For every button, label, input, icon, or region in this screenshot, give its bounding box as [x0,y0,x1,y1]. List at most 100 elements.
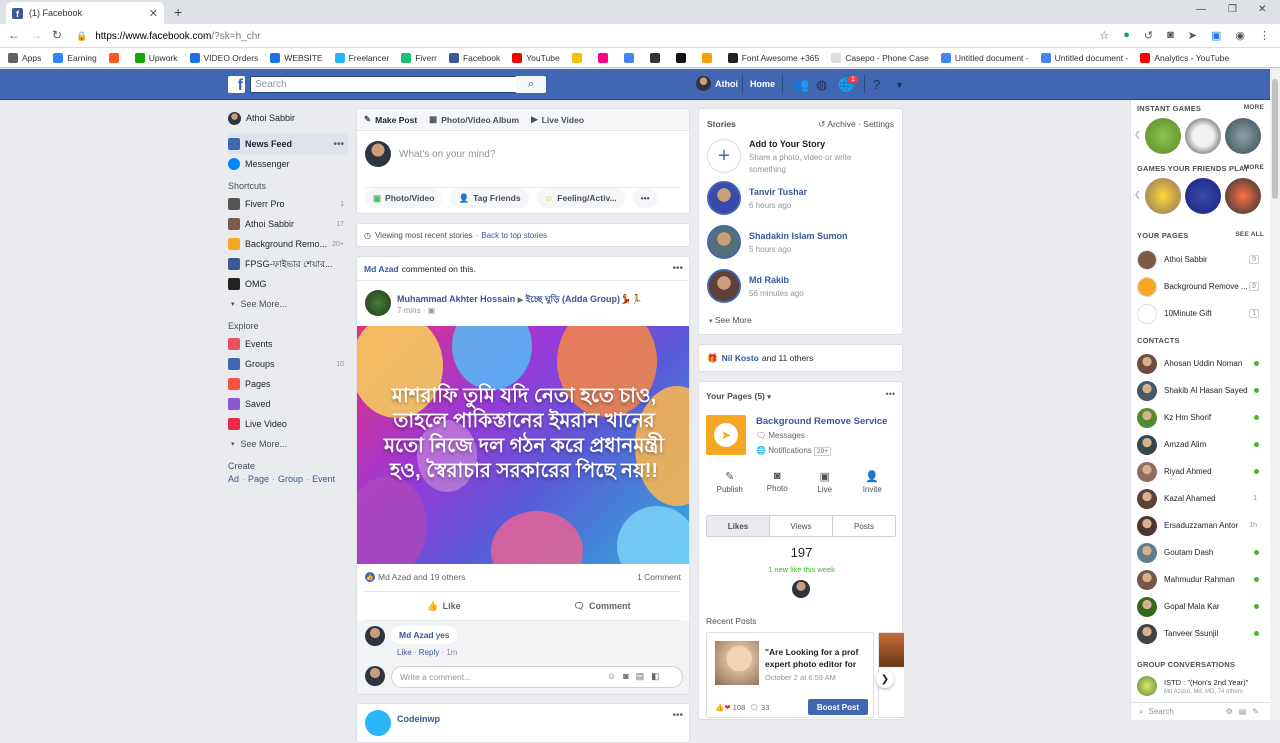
page-logo[interactable]: ➤ [706,415,746,455]
explore-see-more[interactable]: ▾ See More... [228,434,348,454]
page-notifications[interactable]: 🌐 Notifications 20+ [756,446,832,456]
close-tab-icon[interactable]: ✕ [149,7,158,20]
bookmark-item[interactable]: Apps [8,52,41,63]
your-pages-title[interactable]: Your Pages (5) ▾ [706,391,771,401]
scrollbar-thumb[interactable] [1272,79,1278,199]
bookmark-item[interactable]: Fiverr [401,52,437,63]
boost-post-button[interactable]: Boost Post [808,699,868,715]
menu-icon[interactable]: ⋮ [1259,29,1270,42]
group-name[interactable]: ISTD : "(Hon's 2nd Year)" [1164,678,1248,687]
contact-item[interactable]: Ahosan Uddin Noman [1137,350,1265,377]
comments-count[interactable]: 1 Comment [637,572,681,582]
contact-item[interactable]: Riyad Ahmed [1137,458,1265,485]
page-name[interactable]: Background Remove Service [756,416,887,427]
page-messages[interactable]: 🗨 Messages [756,431,805,440]
game-icon[interactable] [1185,178,1221,214]
header-avatar[interactable] [696,76,711,91]
sticker-icon[interactable]: ◧ [651,671,660,682]
page-action-photo[interactable]: ◙ Photo [754,470,802,494]
comment-time[interactable]: 1m [446,648,457,657]
grammarly-icon[interactable]: ● [1123,29,1130,42]
game-icon[interactable] [1225,178,1261,214]
sidebar-item-shortcuts[interactable]: Background Remo... 20+ [228,234,348,254]
nav-messenger[interactable]: Messenger [228,154,348,174]
contact-item[interactable]: Shakib Al Hasan Sayed [1137,377,1265,404]
tab-make-post[interactable]: Make Post [375,115,417,125]
commenter-avatar[interactable] [365,626,385,646]
contact-item[interactable]: Mahmudur Rahman [1137,566,1265,593]
bookmark-item[interactable]: Analytics - YouTube [1140,52,1229,63]
story-item[interactable]: Md Rakib 56 minutes ago [707,269,897,313]
bookmark-item[interactable]: VIDEO Orders [189,52,258,63]
chat-search-input[interactable]: ⌕ Search ⚙▤✎ [1131,702,1271,720]
birthday-rest[interactable]: and 11 others [762,353,813,363]
bookmark-item[interactable]: Untitled document - [940,52,1029,63]
sidebar-item-explore[interactable]: Saved [228,394,348,414]
nav-news-feed[interactable]: News Feed ••• [228,134,348,154]
game-icon[interactable] [1145,178,1181,214]
contact-item[interactable]: Goutam Dash [1137,539,1265,566]
sidebar-item-shortcuts[interactable]: Fiverr Pro 1 [228,194,348,214]
minimize-icon[interactable]: — [1196,4,1206,15]
sidebar-item-shortcuts[interactable]: FPSG-ফাইভার শেয়ার... [228,254,348,274]
contact-item[interactable]: Kazal Ahamed 1 [1137,485,1265,512]
sidebar-item-shortcuts[interactable]: OMG [228,274,348,294]
bookmark-item[interactable]: YouTube [512,52,560,63]
stories-see-more[interactable]: ▾ See More [709,315,752,325]
sidebar-page-item[interactable]: Background Remove ... 9 [1137,273,1265,300]
browser-tab[interactable]: f (1) Facebook ✕ [6,2,164,24]
contact-item[interactable]: Tanveer Ssunjil [1137,620,1265,647]
camera-icon[interactable]: ◙ [623,671,628,682]
home-link[interactable]: Home [750,79,775,89]
sidebar-item-explore[interactable]: Pages [228,374,348,394]
next-post-author[interactable]: Codeinwp [397,714,440,724]
group-avatar[interactable] [1137,676,1157,696]
star-icon[interactable]: ☆ [1099,29,1109,42]
account-icon[interactable]: ◉ [1235,29,1245,42]
more-options-icon[interactable]: ••• [886,389,895,399]
sidebar-page-item[interactable]: Athoi Sabbir 9 [1137,246,1265,273]
bookmark-item[interactable] [675,52,690,63]
chat-options-icon[interactable]: ⚙▤✎ [1226,707,1265,716]
add-story-icon[interactable]: + [707,139,741,173]
page-action-live[interactable]: ▣ Live [801,470,849,494]
bookmark-item[interactable]: Earning [53,52,97,63]
help-icon[interactable]: ? [873,77,880,92]
bookmark-item[interactable]: Facebook [448,52,500,63]
author-link[interactable]: Muhammad Akhter Hossain [397,294,515,304]
bookmark-item[interactable] [649,52,664,63]
bookmark-item[interactable]: Upwork [134,52,178,63]
create-link[interactable]: Group [278,474,303,484]
recent-post-card[interactable]: "Are Looking for a prof expert photo edi… [706,632,874,718]
chevron-left-icon[interactable]: ❮ [1134,190,1141,199]
sidebar-item-explore[interactable]: Live Video [228,414,348,434]
camera-icon[interactable]: ◙ [1167,29,1174,42]
instant-games-more[interactable]: MORE [1244,104,1264,111]
bookmark-item[interactable]: Untitled document - [1040,52,1128,63]
comment-author-link[interactable]: Md Azad [399,630,434,640]
feeling-button[interactable]: ☺ Feeling/Activ... [536,188,625,208]
tab-views[interactable]: Views [770,516,833,536]
archive-link[interactable]: Archive [827,119,855,129]
group-link[interactable]: ইচ্ছে ঘুড়ি (Adda Group)💃🏃 [526,294,643,304]
bookmark-item[interactable]: WEBSITE [270,52,323,63]
create-link[interactable]: Page [248,474,269,484]
close-window-icon[interactable]: ✕ [1258,4,1266,15]
composer-input[interactable]: What's on your mind? [399,149,495,160]
bookmark-item[interactable]: Freelancer [334,52,389,63]
comment-button[interactable]: 🗨 Comment [523,592,681,620]
post-time[interactable]: 7 mins [397,306,421,315]
bookmark-item[interactable] [108,52,123,63]
more-options-icon[interactable]: ••• [672,263,683,274]
bookmark-item[interactable]: Font Awesome +365 [727,52,819,63]
more-actions-button[interactable]: ••• [632,188,658,208]
contact-item[interactable]: Amzad Alim [1137,431,1265,458]
gif-icon[interactable]: ▤ [636,671,645,682]
page-scrollbar[interactable] [1270,69,1280,720]
facebook-logo-icon[interactable]: f [228,76,245,94]
bookmark-item[interactable]: Casepo - Phone Case [831,52,929,63]
page-action-publish[interactable]: ✎ Publish [706,470,754,494]
contact-item[interactable]: Gopal Mala Kar [1137,593,1265,620]
sidebar-page-item[interactable]: 10Minute Gift 1 [1137,300,1265,327]
birthday-name[interactable]: Nil Kosto [722,353,759,363]
